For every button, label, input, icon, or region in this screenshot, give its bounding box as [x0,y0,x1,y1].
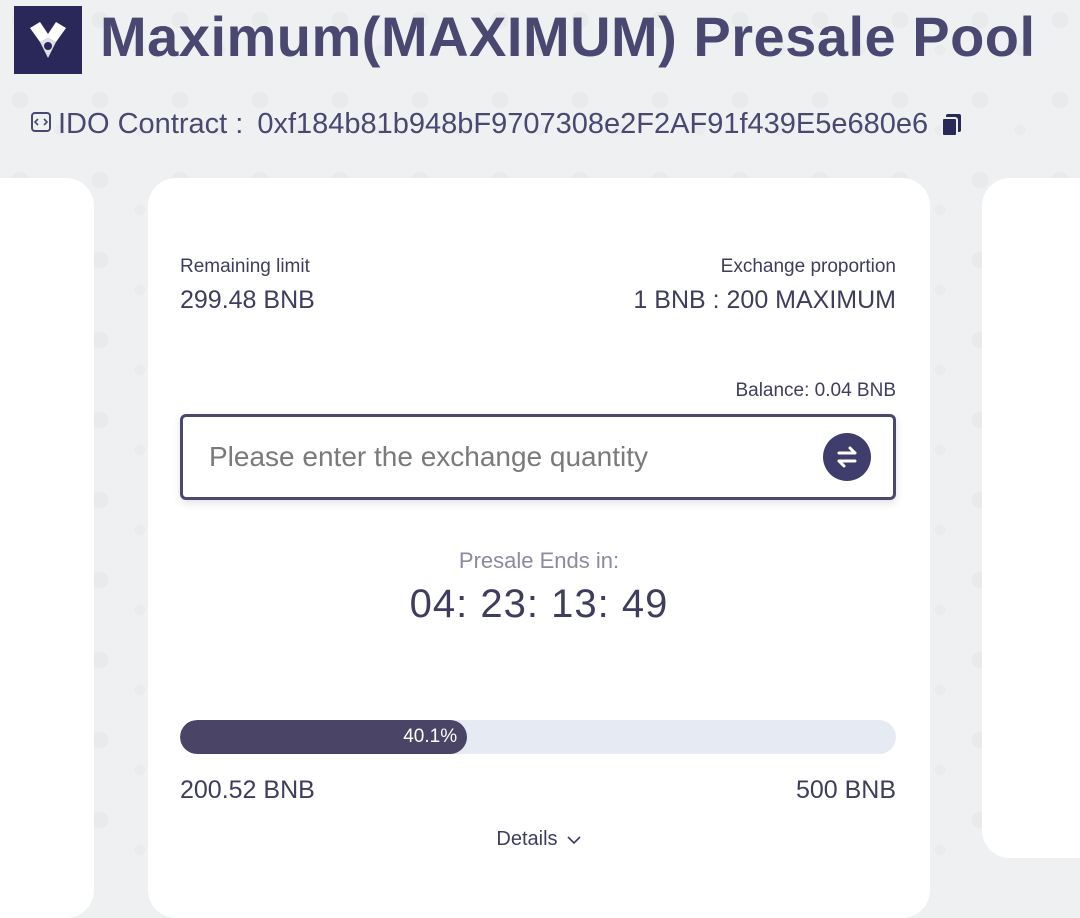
adjacent-card-left[interactable] [0,178,94,918]
countdown-timer: 04: 23: 13: 49 [409,582,669,626]
contract-code-icon [30,108,52,141]
cap-amount: 500 BNB [795,776,896,804]
remaining-limit-value: 299.48 BNB [180,286,315,314]
raised-amount: 200.52 BNB [180,776,315,804]
limits-values-row: 299.48 BNB 1 BNB : 200 MAXIMUM [180,286,896,315]
exchange-quantity-input[interactable] [207,440,823,474]
balance-text: Balance: 0.04 BNB [735,380,896,401]
contract-address[interactable]: 0xf184b81b948bF9707308e2F2AF91f439E5e680… [257,108,928,141]
details-toggle[interactable]: Details [148,828,930,851]
copy-icon[interactable] [940,112,964,138]
remaining-limit-label: Remaining limit [180,256,310,277]
progress-bar: 40.1% [180,720,896,754]
exchange-proportion-value: 1 BNB : 200 MAXIMUM [633,286,896,314]
amounts-row: 200.52 BNB 500 BNB [180,776,896,805]
adjacent-card-right[interactable] [982,178,1080,858]
chevron-down-icon [566,835,581,844]
progress-percent: 40.1% [403,726,458,747]
details-label: Details [496,828,558,850]
contract-label: IDO Contract : [58,108,244,140]
exchange-proportion-label: Exchange proportion [720,256,896,277]
swap-arrows-icon[interactable] [823,433,871,481]
presale-card: Remaining limit Exchange proportion 299.… [148,178,930,918]
presale-ends-label: Presale Ends in: [458,548,620,573]
limits-labels-row: Remaining limit Exchange proportion [180,256,896,278]
contract-row: IDO Contract : 0xf184b81b948bF9707308e2F… [30,108,964,141]
page-title: Maximum(MAXIMUM) Presale Pool [100,5,1036,68]
exchange-input-box [180,414,896,500]
progress-fill: 40.1% [180,720,468,754]
maximum-logo-icon [14,6,82,74]
